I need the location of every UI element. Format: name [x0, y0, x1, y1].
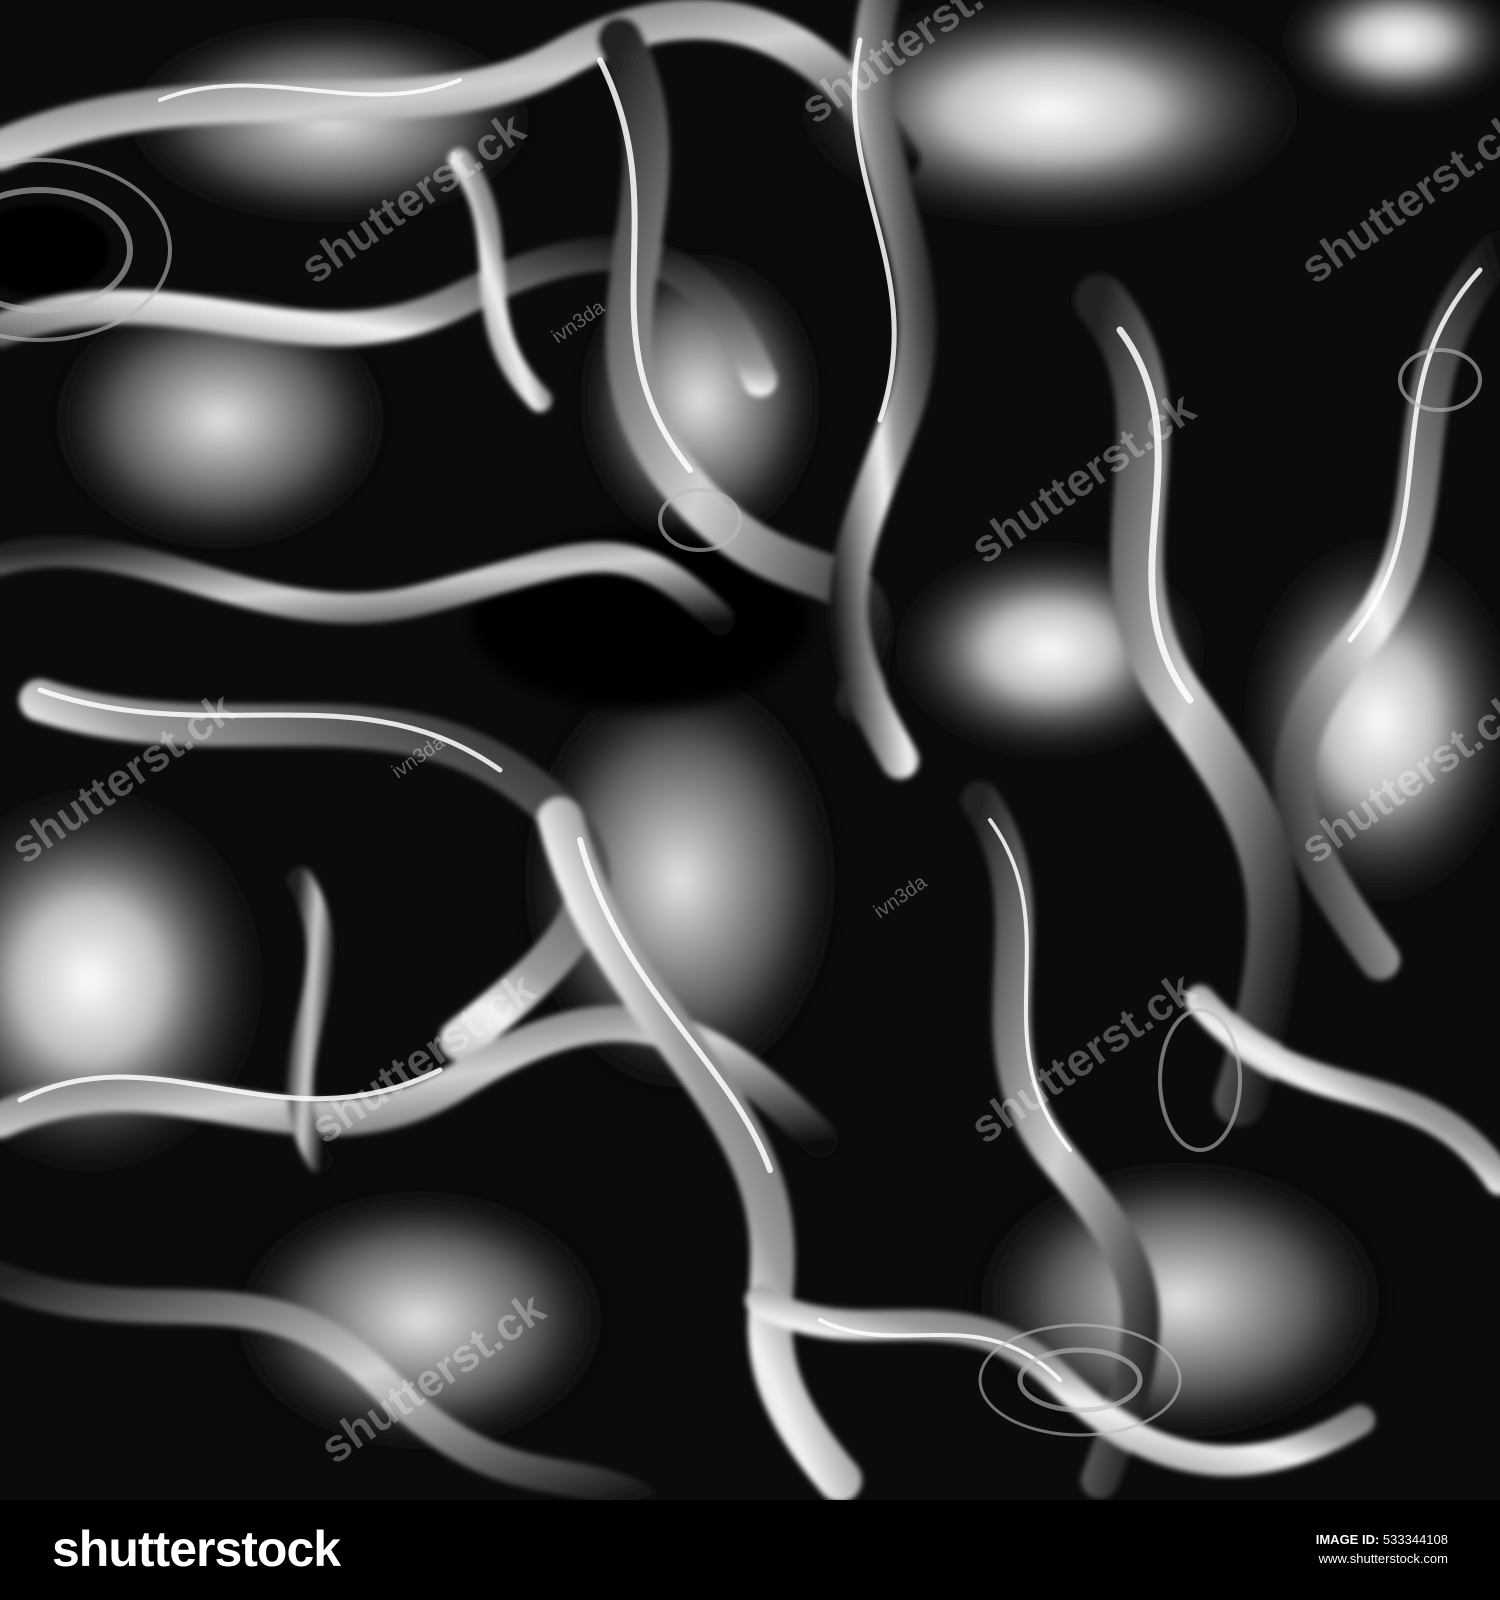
- image-id-row: IMAGE ID: 533344108: [1316, 1532, 1448, 1547]
- image-id-block: IMAGE ID: 533344108 www.shutterstock.com: [1316, 1532, 1448, 1566]
- image-id-value: 533344108: [1382, 1532, 1448, 1547]
- image-footer: shutterstock IMAGE ID: 533344108 www.shu…: [0, 1500, 1500, 1600]
- liquid-chrome-abstract-image: shutterst.ck shutterst.ck shutterst.ck s…: [0, 0, 1500, 1500]
- image-id-label: IMAGE ID:: [1315, 1532, 1380, 1547]
- stock-image: shutterst.ck shutterst.ck shutterst.ck s…: [0, 0, 1500, 1600]
- site-url: www.shutterstock.com: [1318, 1551, 1448, 1566]
- footer-logo: shutterstock: [52, 1521, 341, 1577]
- chrome-swirl-art: [0, 0, 1500, 1500]
